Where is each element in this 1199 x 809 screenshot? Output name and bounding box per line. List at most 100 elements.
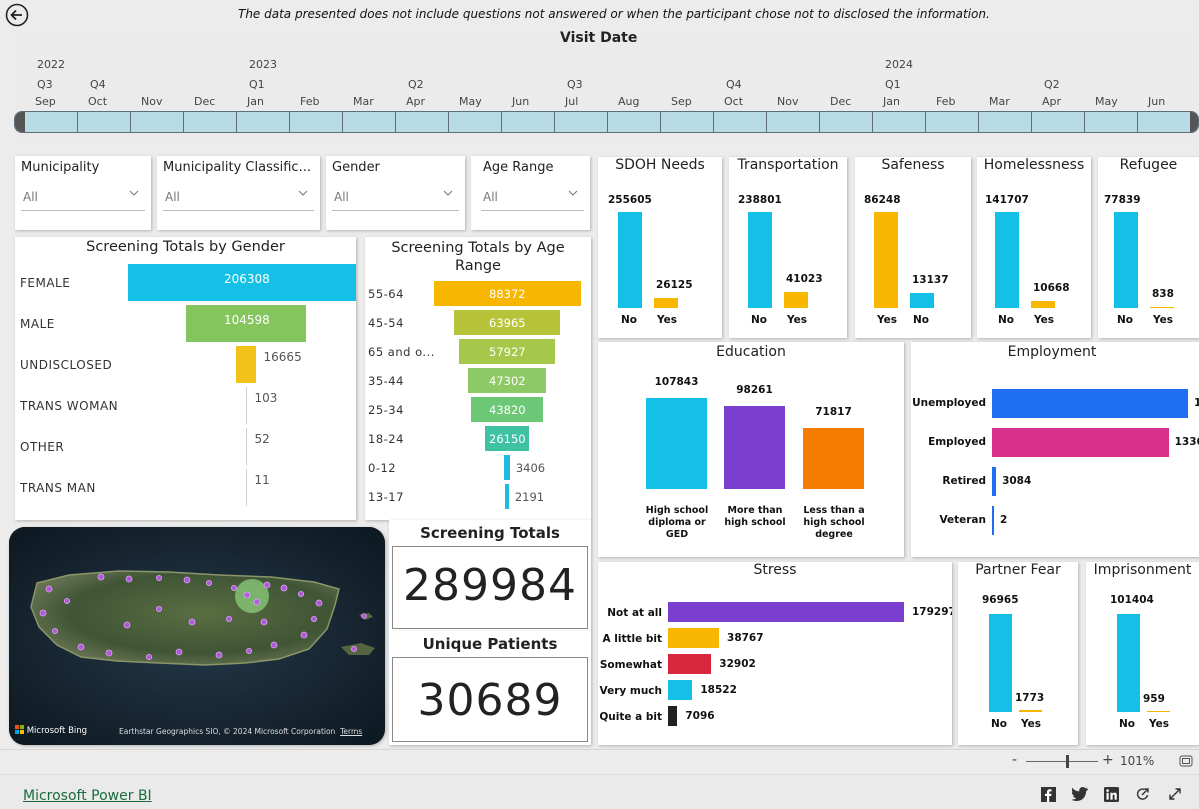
timeline-cell[interactable]: [608, 112, 661, 132]
timeline-cell[interactable]: [714, 112, 767, 132]
sdoh-bar[interactable]: [910, 293, 934, 308]
timeline-cell[interactable]: [1032, 112, 1085, 132]
municipality-dropdown[interactable]: All: [21, 184, 145, 211]
education-bar[interactable]: [724, 406, 785, 489]
gender-bar[interactable]: [236, 346, 256, 383]
map-visual[interactable]: Microsoft Bing Earthstar Geographics SIO…: [9, 527, 385, 745]
age-bar[interactable]: [504, 455, 510, 480]
age-range-dropdown[interactable]: All: [481, 184, 584, 211]
partner-bar[interactable]: [1019, 710, 1042, 712]
gender-bar[interactable]: [245, 469, 247, 506]
timeline-cell[interactable]: [661, 112, 714, 132]
map-terms-link[interactable]: Terms: [340, 727, 362, 736]
timeline-month[interactable]: Mar: [989, 95, 1010, 108]
timeline-cell[interactable]: [926, 112, 979, 132]
education-bar[interactable]: [646, 398, 707, 489]
timeline-month[interactable]: Dec: [194, 95, 215, 108]
timeline-month[interactable]: Apr: [1042, 95, 1061, 108]
age-bar[interactable]: [505, 484, 509, 509]
prison-bar[interactable]: [1117, 614, 1140, 712]
timeline-month[interactable]: Oct: [724, 95, 743, 108]
sdoh-bar[interactable]: [995, 212, 1019, 308]
timeline-track[interactable]: [14, 111, 1199, 133]
timeline-cell[interactable]: [979, 112, 1032, 132]
slicer-municipality[interactable]: Municipality All: [15, 156, 151, 230]
timeline-month[interactable]: Aug: [618, 95, 639, 108]
timeline-month[interactable]: Mar: [353, 95, 374, 108]
timeline-month[interactable]: Nov: [141, 95, 162, 108]
timeline-cell[interactable]: [343, 112, 396, 132]
timeline-left-handle[interactable]: [15, 112, 25, 132]
timeline-month[interactable]: Jan: [883, 95, 900, 108]
sdoh-bar[interactable]: [874, 212, 898, 308]
timeline-month[interactable]: Apr: [406, 95, 425, 108]
sdoh-bar[interactable]: [654, 298, 678, 308]
linkedin-icon[interactable]: [1104, 787, 1119, 802]
gender-dropdown[interactable]: All: [332, 184, 459, 211]
prison-bar[interactable]: [1147, 710, 1170, 712]
back-button[interactable]: [5, 3, 29, 27]
timeline-right-handle[interactable]: [1190, 112, 1198, 132]
twitter-icon[interactable]: [1072, 787, 1088, 801]
timeline-cell[interactable]: [25, 112, 78, 132]
zoom-out-button[interactable]: -: [1012, 752, 1017, 768]
timeline-month[interactable]: Jul: [565, 95, 578, 108]
sdoh-bar[interactable]: [1031, 300, 1055, 308]
timeline-cell[interactable]: [78, 112, 131, 132]
timeline-cell[interactable]: [873, 112, 926, 132]
timeline-month[interactable]: Jun: [512, 95, 529, 108]
timeline-month[interactable]: May: [459, 95, 482, 108]
sdoh-bar[interactable]: [1150, 306, 1174, 308]
sdoh-bar[interactable]: [1114, 212, 1138, 308]
timeline-month[interactable]: Nov: [777, 95, 798, 108]
timeline-month[interactable]: Dec: [830, 95, 851, 108]
employment-bar[interactable]: [992, 389, 1188, 418]
timeline-cell[interactable]: [184, 112, 237, 132]
gender-bar[interactable]: [245, 428, 247, 465]
timeline-cell[interactable]: [449, 112, 502, 132]
timeline-cell[interactable]: [131, 112, 184, 132]
education-bar[interactable]: [803, 428, 864, 489]
zoom-in-button[interactable]: +: [1102, 752, 1114, 768]
timeline-month[interactable]: Feb: [936, 95, 955, 108]
timeline-month[interactable]: May: [1095, 95, 1118, 108]
zoom-slider-thumb[interactable]: [1066, 755, 1069, 768]
zoom-slider[interactable]: [1026, 761, 1098, 762]
stress-bar[interactable]: [668, 602, 904, 622]
slicer-municipality-class[interactable]: Municipality Classific... All: [157, 156, 320, 230]
sdoh-bar[interactable]: [618, 212, 642, 308]
stress-bar[interactable]: [668, 628, 720, 648]
fit-page-icon[interactable]: [1179, 755, 1193, 767]
sdoh-bar[interactable]: [748, 212, 772, 308]
gender-bar[interactable]: [245, 387, 247, 424]
stress-bar[interactable]: [668, 706, 678, 726]
municipality-class-dropdown[interactable]: All: [163, 184, 314, 211]
employment-bar[interactable]: [992, 506, 994, 535]
timeline-cell[interactable]: [502, 112, 555, 132]
stress-bar[interactable]: [668, 654, 712, 674]
timeline-cell[interactable]: [1085, 112, 1138, 132]
sdoh-bar[interactable]: [784, 291, 808, 308]
timeline-cell[interactable]: [290, 112, 343, 132]
timeline-cell[interactable]: [396, 112, 449, 132]
timeline-month[interactable]: Feb: [300, 95, 319, 108]
stress-bar[interactable]: [668, 680, 693, 700]
timeline-month[interactable]: Sep: [671, 95, 692, 108]
facebook-icon[interactable]: [1041, 787, 1056, 802]
slicer-gender[interactable]: Gender All: [326, 156, 465, 230]
partner-bar[interactable]: [989, 614, 1012, 712]
timeline-cell[interactable]: [237, 112, 290, 132]
share-icon[interactable]: [1135, 787, 1150, 802]
timeline-month[interactable]: Jun: [1148, 95, 1165, 108]
timeline-cell[interactable]: [767, 112, 820, 132]
employment-bar[interactable]: [992, 428, 1169, 457]
expand-icon[interactable]: [1168, 787, 1182, 801]
power-bi-link[interactable]: Microsoft Power BI: [23, 788, 152, 804]
timeline-cell[interactable]: [555, 112, 608, 132]
slicer-age-range[interactable]: Age Range All: [471, 156, 590, 230]
timeline-cell[interactable]: [1138, 112, 1191, 132]
timeline-month[interactable]: Oct: [88, 95, 107, 108]
timeline-month[interactable]: Sep: [35, 95, 56, 108]
employment-bar[interactable]: [992, 467, 997, 496]
timeline-cell[interactable]: [820, 112, 873, 132]
